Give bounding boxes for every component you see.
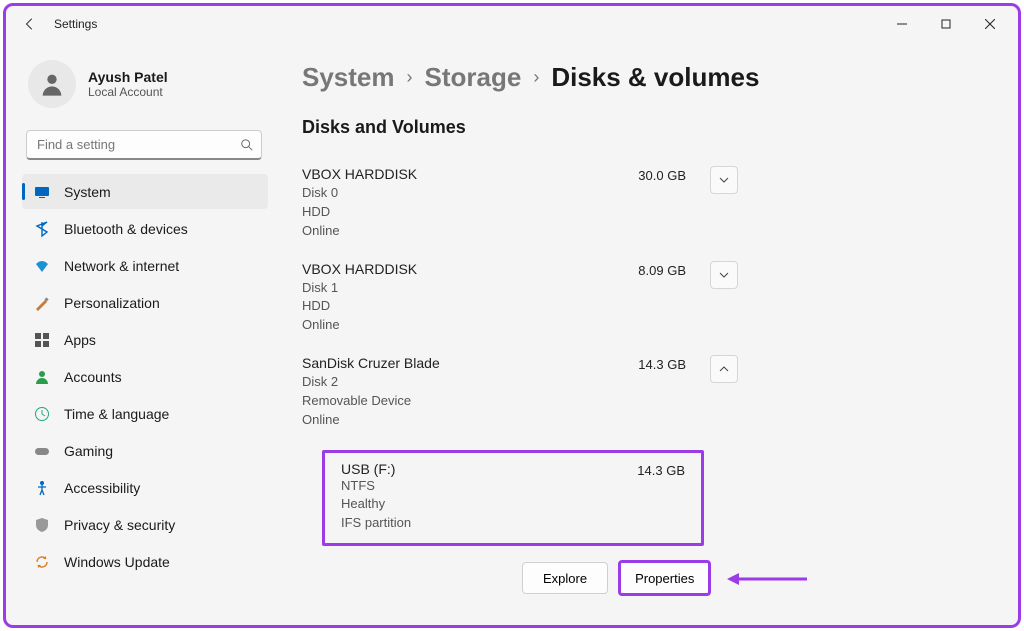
search-box	[26, 130, 262, 160]
maximize-button[interactable]	[924, 9, 968, 39]
accessibility-icon	[34, 480, 50, 496]
disk-size: 30.0 GB	[626, 168, 686, 183]
nav-item-accessibility[interactable]: Accessibility	[22, 470, 268, 505]
nav-label: Time & language	[64, 406, 169, 422]
nav-item-accounts[interactable]: Accounts	[22, 359, 268, 394]
nav-item-time[interactable]: Time & language	[22, 396, 268, 431]
update-icon	[34, 554, 50, 570]
annotation-arrow-icon	[727, 572, 807, 584]
properties-button[interactable]: Properties	[618, 560, 711, 596]
minimize-button[interactable]	[880, 9, 924, 39]
gaming-icon	[34, 443, 50, 459]
volume-card[interactable]: USB (F:) NTFS Healthy IFS partition 14.3…	[322, 450, 704, 547]
crumb-system[interactable]: System	[302, 62, 395, 93]
disk-name: VBOX HARDDISK	[302, 166, 602, 182]
nav-item-gaming[interactable]: Gaming	[22, 433, 268, 468]
system-icon	[34, 184, 50, 200]
close-button[interactable]	[968, 9, 1012, 39]
nav-label: Windows Update	[64, 554, 170, 570]
disk-name: SanDisk Cruzer Blade	[302, 355, 602, 371]
volume-name: USB (F:)	[341, 461, 637, 477]
user-name: Ayush Patel	[88, 69, 168, 85]
nav-item-apps[interactable]: Apps	[22, 322, 268, 357]
explore-button[interactable]: Explore	[522, 562, 608, 594]
crumb-current: Disks & volumes	[551, 62, 759, 93]
nav-label: Privacy & security	[64, 517, 175, 533]
disk-size: 14.3 GB	[626, 357, 686, 372]
expand-button[interactable]	[710, 261, 738, 289]
personalization-icon	[34, 295, 50, 311]
search-input[interactable]	[26, 130, 262, 160]
volume-subline: NTFS	[341, 477, 637, 496]
disk-subline: Disk 1	[302, 279, 602, 298]
nav-label: System	[64, 184, 111, 200]
nav-item-privacy[interactable]: Privacy & security	[22, 507, 268, 542]
chevron-right-icon: ›	[407, 67, 413, 88]
disk-row: SanDisk Cruzer Blade Disk 2 Removable De…	[302, 351, 978, 446]
expand-button[interactable]	[710, 166, 738, 194]
sidebar: Ayush Patel Local Account System Bluetoo…	[6, 42, 274, 625]
disk-name: VBOX HARDDISK	[302, 261, 602, 277]
volume-subline: IFS partition	[341, 514, 637, 533]
nav-item-personalization[interactable]: Personalization	[22, 285, 268, 320]
chevron-right-icon: ›	[533, 67, 539, 88]
user-profile[interactable]: Ayush Patel Local Account	[22, 54, 268, 126]
back-button[interactable]	[12, 6, 48, 42]
nav-label: Bluetooth & devices	[64, 221, 188, 237]
nav-label: Accessibility	[64, 480, 140, 496]
titlebar: Settings	[6, 6, 1018, 42]
search-icon	[240, 138, 254, 152]
app-title: Settings	[54, 17, 97, 31]
time-icon	[34, 406, 50, 422]
button-row: Explore Properties	[522, 560, 978, 596]
disk-size: 8.09 GB	[626, 263, 686, 278]
disk-row: VBOX HARDDISK Disk 1 HDD Online 8.09 GB	[302, 257, 978, 352]
crumb-storage[interactable]: Storage	[425, 62, 522, 93]
privacy-icon	[34, 517, 50, 533]
apps-icon	[34, 332, 50, 348]
collapse-button[interactable]	[710, 355, 738, 383]
accounts-icon	[34, 369, 50, 385]
network-icon	[34, 258, 50, 274]
section-title: Disks and Volumes	[302, 117, 978, 138]
volume-subline: Healthy	[341, 495, 637, 514]
nav-label: Network & internet	[64, 258, 179, 274]
disk-subline: Disk 2	[302, 373, 602, 392]
user-subtitle: Local Account	[88, 85, 168, 99]
disk-subline: Online	[302, 411, 602, 430]
disk-subline: HDD	[302, 297, 602, 316]
disk-subline: Online	[302, 316, 602, 335]
disk-subline: Removable Device	[302, 392, 602, 411]
disk-subline: Online	[302, 222, 602, 241]
nav-label: Accounts	[64, 369, 122, 385]
disk-row: VBOX HARDDISK Disk 0 HDD Online 30.0 GB	[302, 162, 978, 257]
nav-label: Apps	[64, 332, 96, 348]
nav: System Bluetooth & devices Network & int…	[22, 174, 268, 579]
volume-size: 14.3 GB	[637, 463, 685, 534]
nav-label: Gaming	[64, 443, 113, 459]
nav-item-bluetooth[interactable]: Bluetooth & devices	[22, 211, 268, 246]
bluetooth-icon	[34, 221, 50, 237]
nav-item-system[interactable]: System	[22, 174, 268, 209]
nav-item-update[interactable]: Windows Update	[22, 544, 268, 579]
nav-label: Personalization	[64, 295, 160, 311]
breadcrumb: System › Storage › Disks & volumes	[302, 62, 978, 93]
nav-item-network[interactable]: Network & internet	[22, 248, 268, 283]
disk-subline: HDD	[302, 203, 602, 222]
disk-subline: Disk 0	[302, 184, 602, 203]
main-content: System › Storage › Disks & volumes Disks…	[274, 42, 1018, 625]
avatar	[28, 60, 76, 108]
